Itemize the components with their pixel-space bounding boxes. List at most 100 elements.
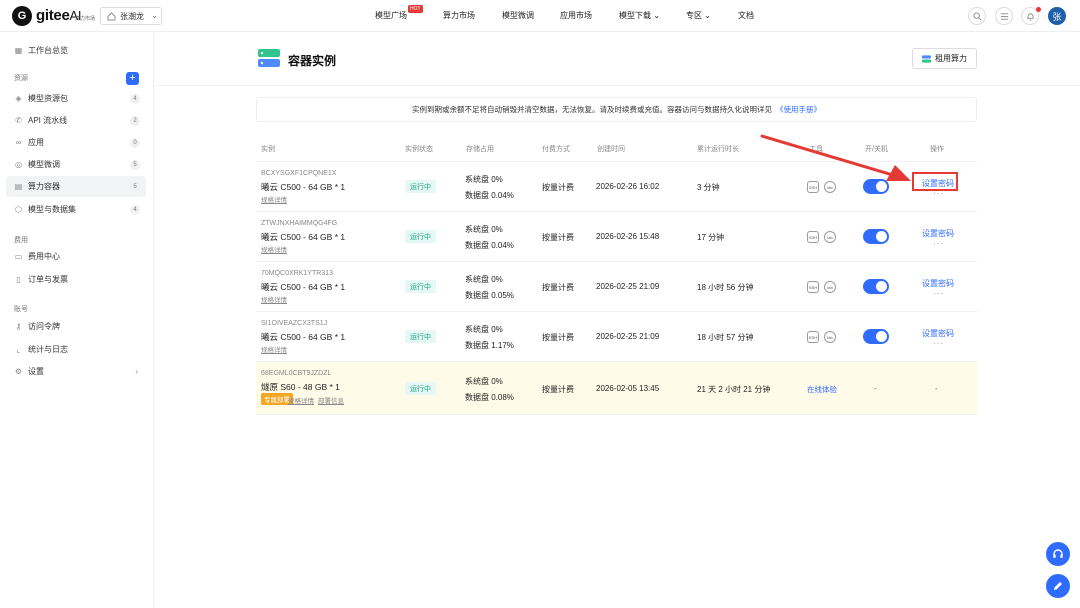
billing-type: 按量计费 [542, 283, 574, 292]
notification-dot [1036, 7, 1041, 12]
data-disk-usage: 数据盘 0.04% [465, 191, 514, 200]
power-toggle[interactable] [863, 229, 889, 244]
sidebar-item-orders[interactable]: ▯ 订单与发票 [6, 269, 146, 290]
col-billing: 付费方式 [542, 146, 570, 153]
count-badge: 4 [130, 93, 140, 104]
sidebar-item-finetune[interactable]: ◎ 模型微调 5 [6, 154, 146, 175]
support-headset-button[interactable] [1046, 542, 1070, 566]
more-actions-icon[interactable]: ··· [933, 339, 944, 348]
power-placeholder: - [874, 384, 877, 393]
ssh-icon[interactable]: SSH [807, 231, 819, 243]
spec-detail-link[interactable]: 规格详情 [261, 344, 287, 354]
server-icon: ▤ [14, 182, 23, 191]
data-disk-usage: 数据盘 0.05% [465, 291, 514, 300]
sidebar-item-label: 访问令牌 [28, 322, 60, 331]
ssh-icon[interactable]: SSH [807, 331, 819, 343]
nav-model-square[interactable]: 模型广场 [375, 10, 407, 21]
sidebar-item-settings[interactable]: ⚙ 设置 › [6, 361, 146, 382]
ssh-icon[interactable]: SSH [807, 281, 819, 293]
page-title: 容器实例 [288, 54, 337, 68]
sidebar-item-label: API 流水线 [28, 116, 68, 125]
add-resource-button[interactable]: + [126, 72, 139, 85]
rent-compute-button[interactable]: 租用算力 [912, 48, 977, 69]
sidebar-item-stats-logs[interactable]: ⌞ 统计与日志 [6, 339, 146, 360]
created-time: 2026-02-26 16:02 [596, 182, 660, 191]
sidebar-item-access-tokens[interactable]: ⚷ 访问令牌 [6, 316, 146, 337]
lab-icon[interactable]: lab [824, 281, 836, 293]
chevron-down-icon: ⌄ [704, 11, 711, 20]
nav-docs[interactable]: 文档 [738, 10, 754, 21]
power-toggle[interactable] [863, 329, 889, 344]
avatar[interactable]: 张 [1048, 7, 1066, 25]
col-instance: 实例 [261, 146, 275, 153]
nav-zones[interactable]: 专区 ⌄ [686, 10, 711, 21]
created-time: 2026-02-25 21:09 [596, 332, 660, 341]
list-icon[interactable] [995, 7, 1013, 25]
data-disk-usage: 数据盘 0.04% [465, 241, 514, 250]
gitee-logo-icon: G [12, 6, 32, 26]
table-row: SI1OIVEAZCX3TS1J 曦云 C500 - 64 GB * 1 规格详… [256, 312, 977, 362]
container-icon [258, 49, 280, 67]
sidebar-item-label: 应用 [28, 138, 44, 147]
status-badge: 运行中 [405, 330, 436, 343]
status-badge: 运行中 [405, 280, 436, 293]
lab-icon[interactable]: lab [824, 331, 836, 343]
nav-model-download-label: 模型下载 [619, 11, 651, 20]
sidebar-item-model-packages[interactable]: ◈ 模型资源包 4 [6, 88, 146, 109]
bulb-icon: ◎ [15, 160, 22, 169]
sidebar-item-overview[interactable]: ▦ 工作台总览 [6, 40, 146, 61]
set-password-link[interactable]: 设置密码 [922, 228, 954, 239]
runtime: 17 分钟 [697, 233, 725, 242]
system-disk-usage: 系统盘 0% [465, 275, 503, 284]
status-badge: 运行中 [405, 382, 436, 395]
deploy-info-link[interactable]: 部署信息 [318, 395, 344, 405]
logo[interactable]: G giteeAI [12, 6, 81, 26]
manual-link[interactable]: 《使用手册》 [776, 104, 821, 115]
sidebar-item-billing-center[interactable]: ▭ 费用中心 [6, 246, 146, 267]
spec-detail-link[interactable]: 规格详情 [261, 194, 287, 204]
sidebar-item-label: 设置 [28, 367, 44, 376]
spec-detail-link[interactable]: 规格详情 [288, 395, 314, 405]
nav-model-finetune[interactable]: 模型微调 [502, 10, 534, 21]
spec-detail-link[interactable]: 规格详情 [261, 244, 287, 254]
sidebar-item-models-datasets[interactable]: ⬡ 模型与数据集 4 [6, 199, 146, 220]
col-status: 实例状态 [405, 146, 433, 153]
section-resources-title: 资源 [14, 75, 28, 82]
top-bar: G giteeAI 算力市场 张潮龙 ⌄ 模型广场 HOT 算力市场 模型微调 … [0, 0, 1080, 32]
col-created: 创建时间 [597, 146, 625, 153]
more-actions-icon[interactable]: ··· [933, 239, 944, 248]
sidebar-item-label: 工作台总览 [28, 46, 68, 55]
search-icon[interactable] [968, 7, 986, 25]
feedback-edit-button[interactable] [1046, 574, 1070, 598]
key-icon: ⚷ [15, 322, 22, 331]
power-toggle[interactable] [863, 279, 889, 294]
sidebar-item-label: 模型与数据集 [28, 205, 76, 214]
chevron-right-icon: › [135, 367, 138, 376]
set-password-link[interactable]: 设置密码 [922, 278, 954, 289]
hot-badge: HOT [408, 5, 423, 13]
instance-id: 68EGML0CBT9JZDZL [261, 370, 332, 377]
headset-icon [1053, 549, 1063, 558]
chevron-down-icon: ⌄ [653, 11, 660, 20]
nav-model-download[interactable]: 模型下载 ⌄ [619, 10, 660, 21]
logo-word: gitee [36, 7, 70, 24]
annotation-arrow-icon [760, 134, 911, 181]
nav-compute-market[interactable]: 算力市场 [443, 10, 475, 21]
status-badge: 运行中 [405, 230, 436, 243]
sidebar: ▦ 工作台总览 资源 + ◈ 模型资源包 4 ✆ API 流水线 2 ∞ 应用 0 ◎ 模型微调… [0, 32, 154, 608]
sidebar-item-label: 算力容器 [28, 182, 60, 191]
sidebar-item-api-pipeline[interactable]: ✆ API 流水线 2 [6, 110, 146, 131]
sidebar-item-compute-containers[interactable]: ▤ 算力容器 5 [6, 176, 146, 197]
set-password-link[interactable]: 设置密码 [922, 328, 954, 339]
online-trial-link[interactable]: 在线体验 [807, 384, 837, 395]
sidebar-item-apps[interactable]: ∞ 应用 0 [6, 132, 146, 153]
nav-app-market[interactable]: 应用市场 [560, 10, 592, 21]
lab-icon[interactable]: lab [824, 231, 836, 243]
highlight-box [912, 172, 958, 191]
workspace-selector[interactable]: 张潮龙 ⌄ [100, 7, 162, 25]
status-badge: 运行中 [405, 180, 436, 193]
spec-detail-link[interactable]: 规格详情 [261, 294, 287, 304]
more-actions-icon[interactable]: ··· [933, 289, 944, 298]
count-badge: 2 [130, 115, 140, 126]
grid-icon: ▦ [14, 46, 23, 55]
